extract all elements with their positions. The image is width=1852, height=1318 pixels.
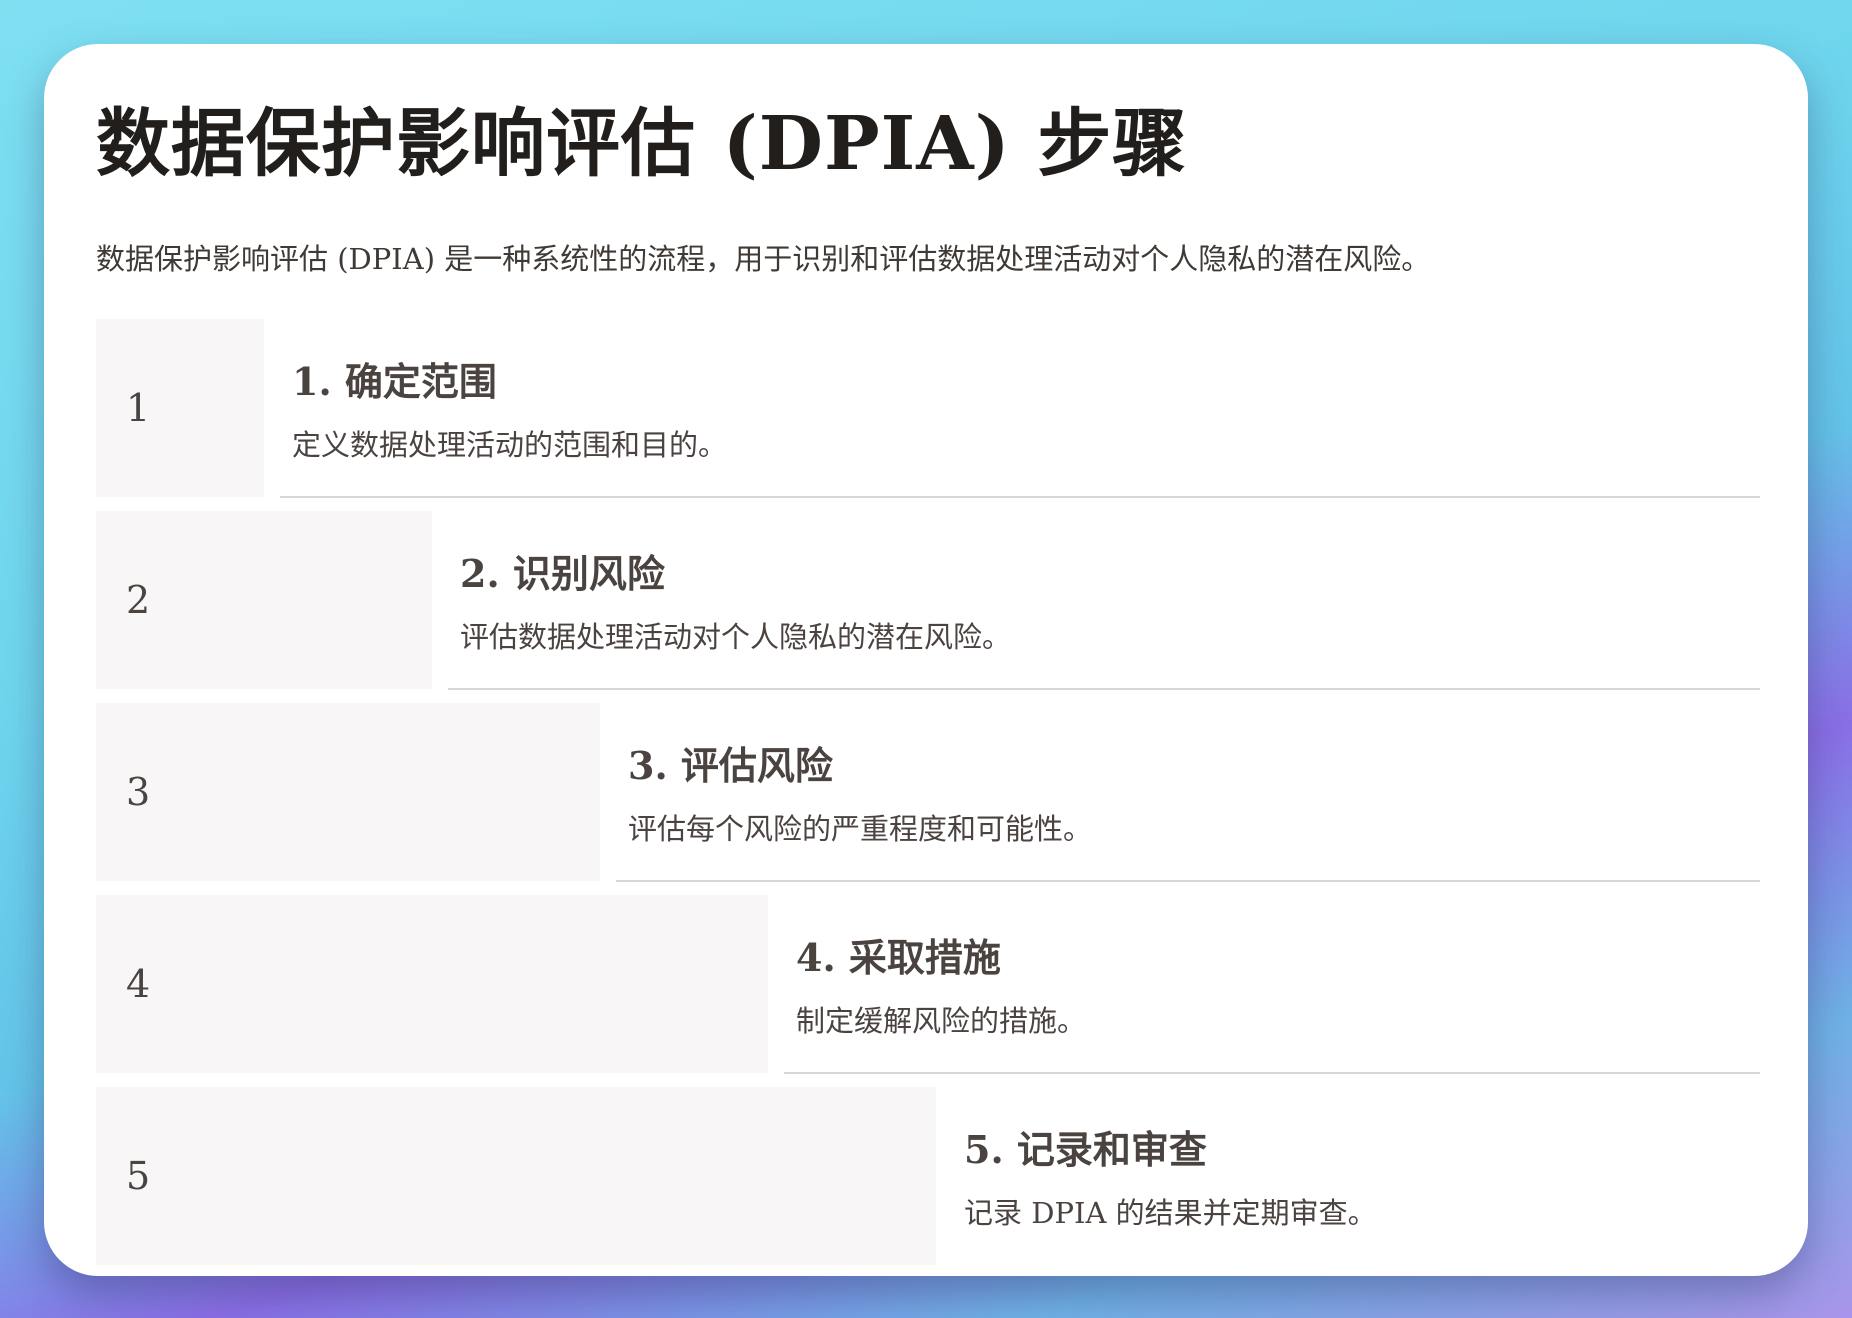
step-bar <box>96 1087 936 1265</box>
step-bar <box>96 895 768 1073</box>
step-description: 评估每个风险的严重程度和可能性。 <box>628 812 1093 846</box>
step-number: 1 <box>126 386 151 430</box>
page-title: 数据保护影响评估 (DPIA) 步骤 <box>96 101 1188 187</box>
step-number: 3 <box>126 770 151 814</box>
step-divider <box>616 880 1760 882</box>
step-item: 4 4. 采取措施 制定缓解风险的措施。 <box>96 895 1760 1074</box>
step-item: 2 2. 识别风险 评估数据处理活动对个人隐私的潜在风险。 <box>96 511 1760 690</box>
step-description: 制定缓解风险的措施。 <box>796 1004 1087 1038</box>
step-description: 评估数据处理活动对个人隐私的潜在风险。 <box>460 620 1012 654</box>
step-item: 3 3. 评估风险 评估每个风险的严重程度和可能性。 <box>96 703 1760 882</box>
step-title: 4. 采取措施 <box>796 935 1001 980</box>
step-bar <box>96 703 600 881</box>
intro-text: 数据保护影响评估 (DPIA) 是一种系统性的流程，用于识别和评估数据处理活动对… <box>96 242 1431 276</box>
step-title: 5. 记录和审查 <box>964 1127 1207 1172</box>
step-item: 5 5. 记录和审查 记录 DPIA 的结果并定期审查。 <box>96 1087 1760 1265</box>
step-number: 2 <box>126 578 151 622</box>
step-description: 记录 DPIA 的结果并定期审查。 <box>964 1196 1377 1230</box>
step-title: 3. 评估风险 <box>628 743 833 788</box>
step-item: 1 1. 确定范围 定义数据处理活动的范围和目的。 <box>96 319 1760 498</box>
step-divider <box>784 1072 1760 1074</box>
step-divider <box>448 688 1760 690</box>
step-title: 2. 识别风险 <box>460 551 665 596</box>
step-description: 定义数据处理活动的范围和目的。 <box>292 428 728 462</box>
step-divider <box>280 496 1760 498</box>
step-title: 1. 确定范围 <box>292 359 497 404</box>
step-bar <box>96 319 264 497</box>
step-number: 4 <box>126 962 151 1006</box>
dpia-card: 数据保护影响评估 (DPIA) 步骤 数据保护影响评估 (DPIA) 是一种系统… <box>44 44 1808 1276</box>
step-number: 5 <box>126 1154 151 1198</box>
